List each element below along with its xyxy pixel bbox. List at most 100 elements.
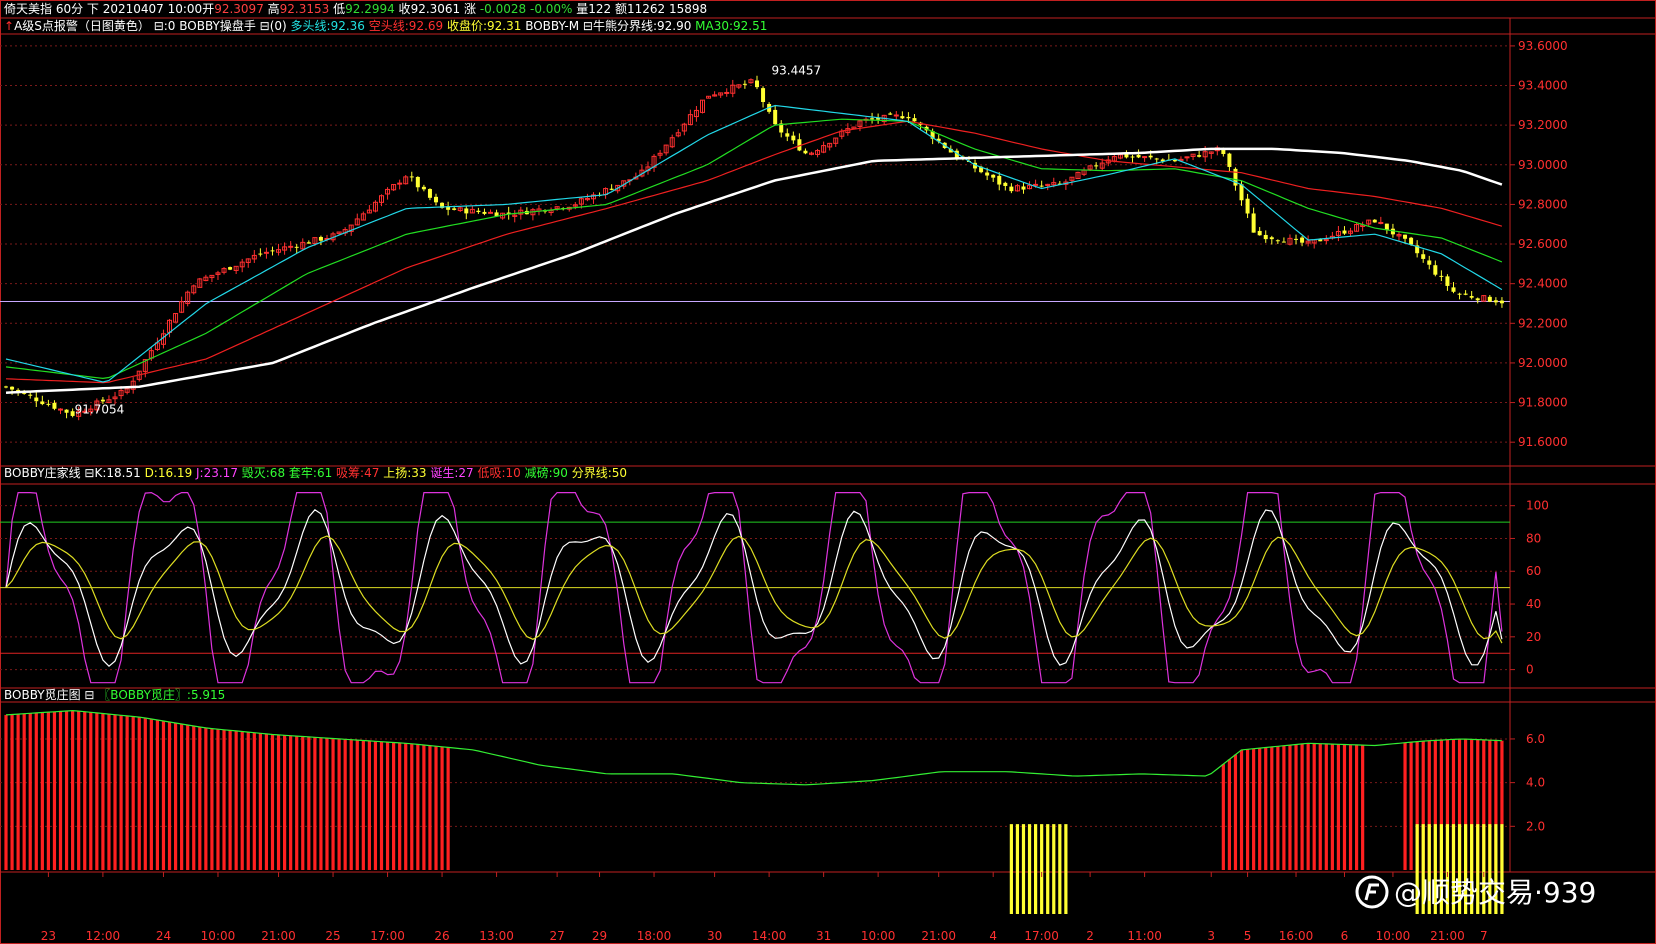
- red-bar: [404, 743, 408, 870]
- red-bar: [446, 747, 450, 870]
- red-bar: [1239, 749, 1244, 870]
- candle-body: [1227, 153, 1232, 167]
- candle-body: [1439, 275, 1444, 277]
- header-segment: 92.3097: [214, 2, 264, 16]
- red-bar: [173, 722, 178, 870]
- yellow-bar: [1052, 824, 1056, 914]
- y-tick-label: 100: [1526, 499, 1549, 513]
- red-bar: [125, 715, 129, 870]
- red-bar: [210, 728, 214, 870]
- y-tick-label: 92.8000: [1518, 197, 1568, 211]
- red-bar: [161, 721, 166, 870]
- candlestick-series[interactable]: [4, 75, 1504, 421]
- y-tick-label: 92.4000: [1518, 277, 1568, 291]
- header-segment: J:23.17: [192, 466, 238, 480]
- header-segment: BOBBY觅庄图 ⊟: [4, 687, 98, 702]
- red-bar: [77, 711, 81, 870]
- candle-body: [1427, 260, 1432, 265]
- candle-body: [452, 208, 457, 210]
- x-tick-label: 21:00: [921, 929, 956, 943]
- red-bar: [143, 718, 147, 870]
- candle-body: [1300, 237, 1305, 243]
- red-bar: [385, 742, 390, 870]
- sub2-axis: 6.0 4.0 2.0: [1510, 732, 1545, 833]
- candle-body: [397, 182, 403, 185]
- quote-header: 倚天美指 60分 下 20210407 10:00开92.3097 高92.31…: [4, 1, 707, 16]
- candle-body: [1009, 186, 1014, 192]
- red-bar: [367, 740, 371, 870]
- candle-body: [1136, 154, 1141, 158]
- candle-body: [997, 175, 1002, 185]
- main-price-axis[interactable]: 93.6000 93.4000 93.2000 93.0000 92.8000 92.60…: [1510, 39, 1568, 449]
- red-bar: [1227, 759, 1232, 870]
- y-tick-label: 92.2000: [1518, 316, 1568, 330]
- red-bar: [416, 744, 420, 870]
- header-segment: 倚天美指 60分 下 20210407 10:00开: [4, 1, 214, 16]
- header-segment: 〖BOBBY觅庄〗:5.915: [98, 687, 225, 702]
- y-tick-label: 60: [1526, 564, 1541, 578]
- candle-body: [409, 176, 414, 178]
- header-segment: 低吸:10: [474, 466, 521, 480]
- watermark-text: @顺势交易·939: [1394, 876, 1596, 909]
- red-bar: [155, 720, 160, 870]
- red-bar: [52, 711, 57, 870]
- header-segment: 毁灭:68: [238, 465, 285, 480]
- red-bar: [1258, 748, 1262, 870]
- header-segment: 减磅:90: [521, 465, 568, 480]
- candle-body: [488, 211, 494, 214]
- x-tick-label: 18:00: [637, 929, 672, 943]
- red-bar: [258, 733, 262, 870]
- candle-body: [1372, 219, 1377, 223]
- candle-body: [1239, 184, 1244, 201]
- candle-body: [1021, 186, 1026, 190]
- red-bar: [379, 741, 384, 870]
- candle-body: [1148, 155, 1153, 158]
- candle-body: [294, 246, 299, 248]
- yellow-bar: [1015, 824, 1020, 914]
- candle-body: [985, 172, 990, 176]
- candle-body: [1403, 234, 1408, 239]
- header-segment: 92.3061: [411, 2, 461, 16]
- red-bar: [355, 740, 359, 870]
- candle-body: [1094, 165, 1099, 167]
- candle-body: [609, 188, 614, 190]
- red-bar: [276, 734, 281, 870]
- candle-body: [1294, 238, 1299, 240]
- candle-body: [427, 189, 432, 198]
- candle-body: [1251, 213, 1256, 233]
- red-bar: [234, 730, 238, 870]
- candle-body: [1499, 300, 1504, 304]
- candle-body: [318, 236, 323, 241]
- x-tick-label: 7: [1480, 929, 1488, 943]
- candle-body: [46, 403, 51, 405]
- chart-canvas[interactable]: 93.6000 93.4000 93.2000 93.0000 92.8000 92.60…: [0, 0, 1656, 944]
- red-bar: [149, 719, 153, 870]
- time-axis[interactable]: 23 12:00 24 10:00 21:00 25 17:00 26 13:00 27 29 18:…: [41, 872, 1488, 943]
- candle-body: [1451, 287, 1456, 292]
- x-tick-label: 17:00: [370, 929, 405, 943]
- red-bar: [307, 736, 311, 870]
- candle-body: [34, 397, 39, 402]
- header-segment: 上扬:33: [379, 465, 426, 480]
- candle-body: [464, 208, 469, 214]
- y-tick-label: 93.6000: [1518, 39, 1568, 53]
- x-tick-label: 14:00: [752, 929, 787, 943]
- candle-body: [1445, 276, 1450, 286]
- red-bar: [1348, 744, 1353, 870]
- candle-body: [773, 109, 778, 125]
- header-segment: MA30:92.51: [691, 19, 767, 33]
- yellow-bar: [1046, 824, 1050, 914]
- red-bar: [64, 710, 69, 870]
- logo-icon: [1355, 875, 1389, 909]
- red-bar: [1288, 745, 1292, 870]
- sub2-header: BOBBY觅庄图 ⊟ 〖BOBBY觅庄〗:5.915: [4, 687, 225, 702]
- candle-body: [1342, 230, 1347, 234]
- candle-body: [415, 176, 420, 188]
- red-bar: [282, 735, 287, 870]
- candle-body: [1197, 155, 1202, 157]
- red-bar: [428, 745, 432, 870]
- y-tick-label: 2.0: [1526, 819, 1545, 833]
- candle-body: [288, 245, 294, 248]
- candle-body: [1384, 223, 1389, 230]
- candle-body: [870, 118, 875, 120]
